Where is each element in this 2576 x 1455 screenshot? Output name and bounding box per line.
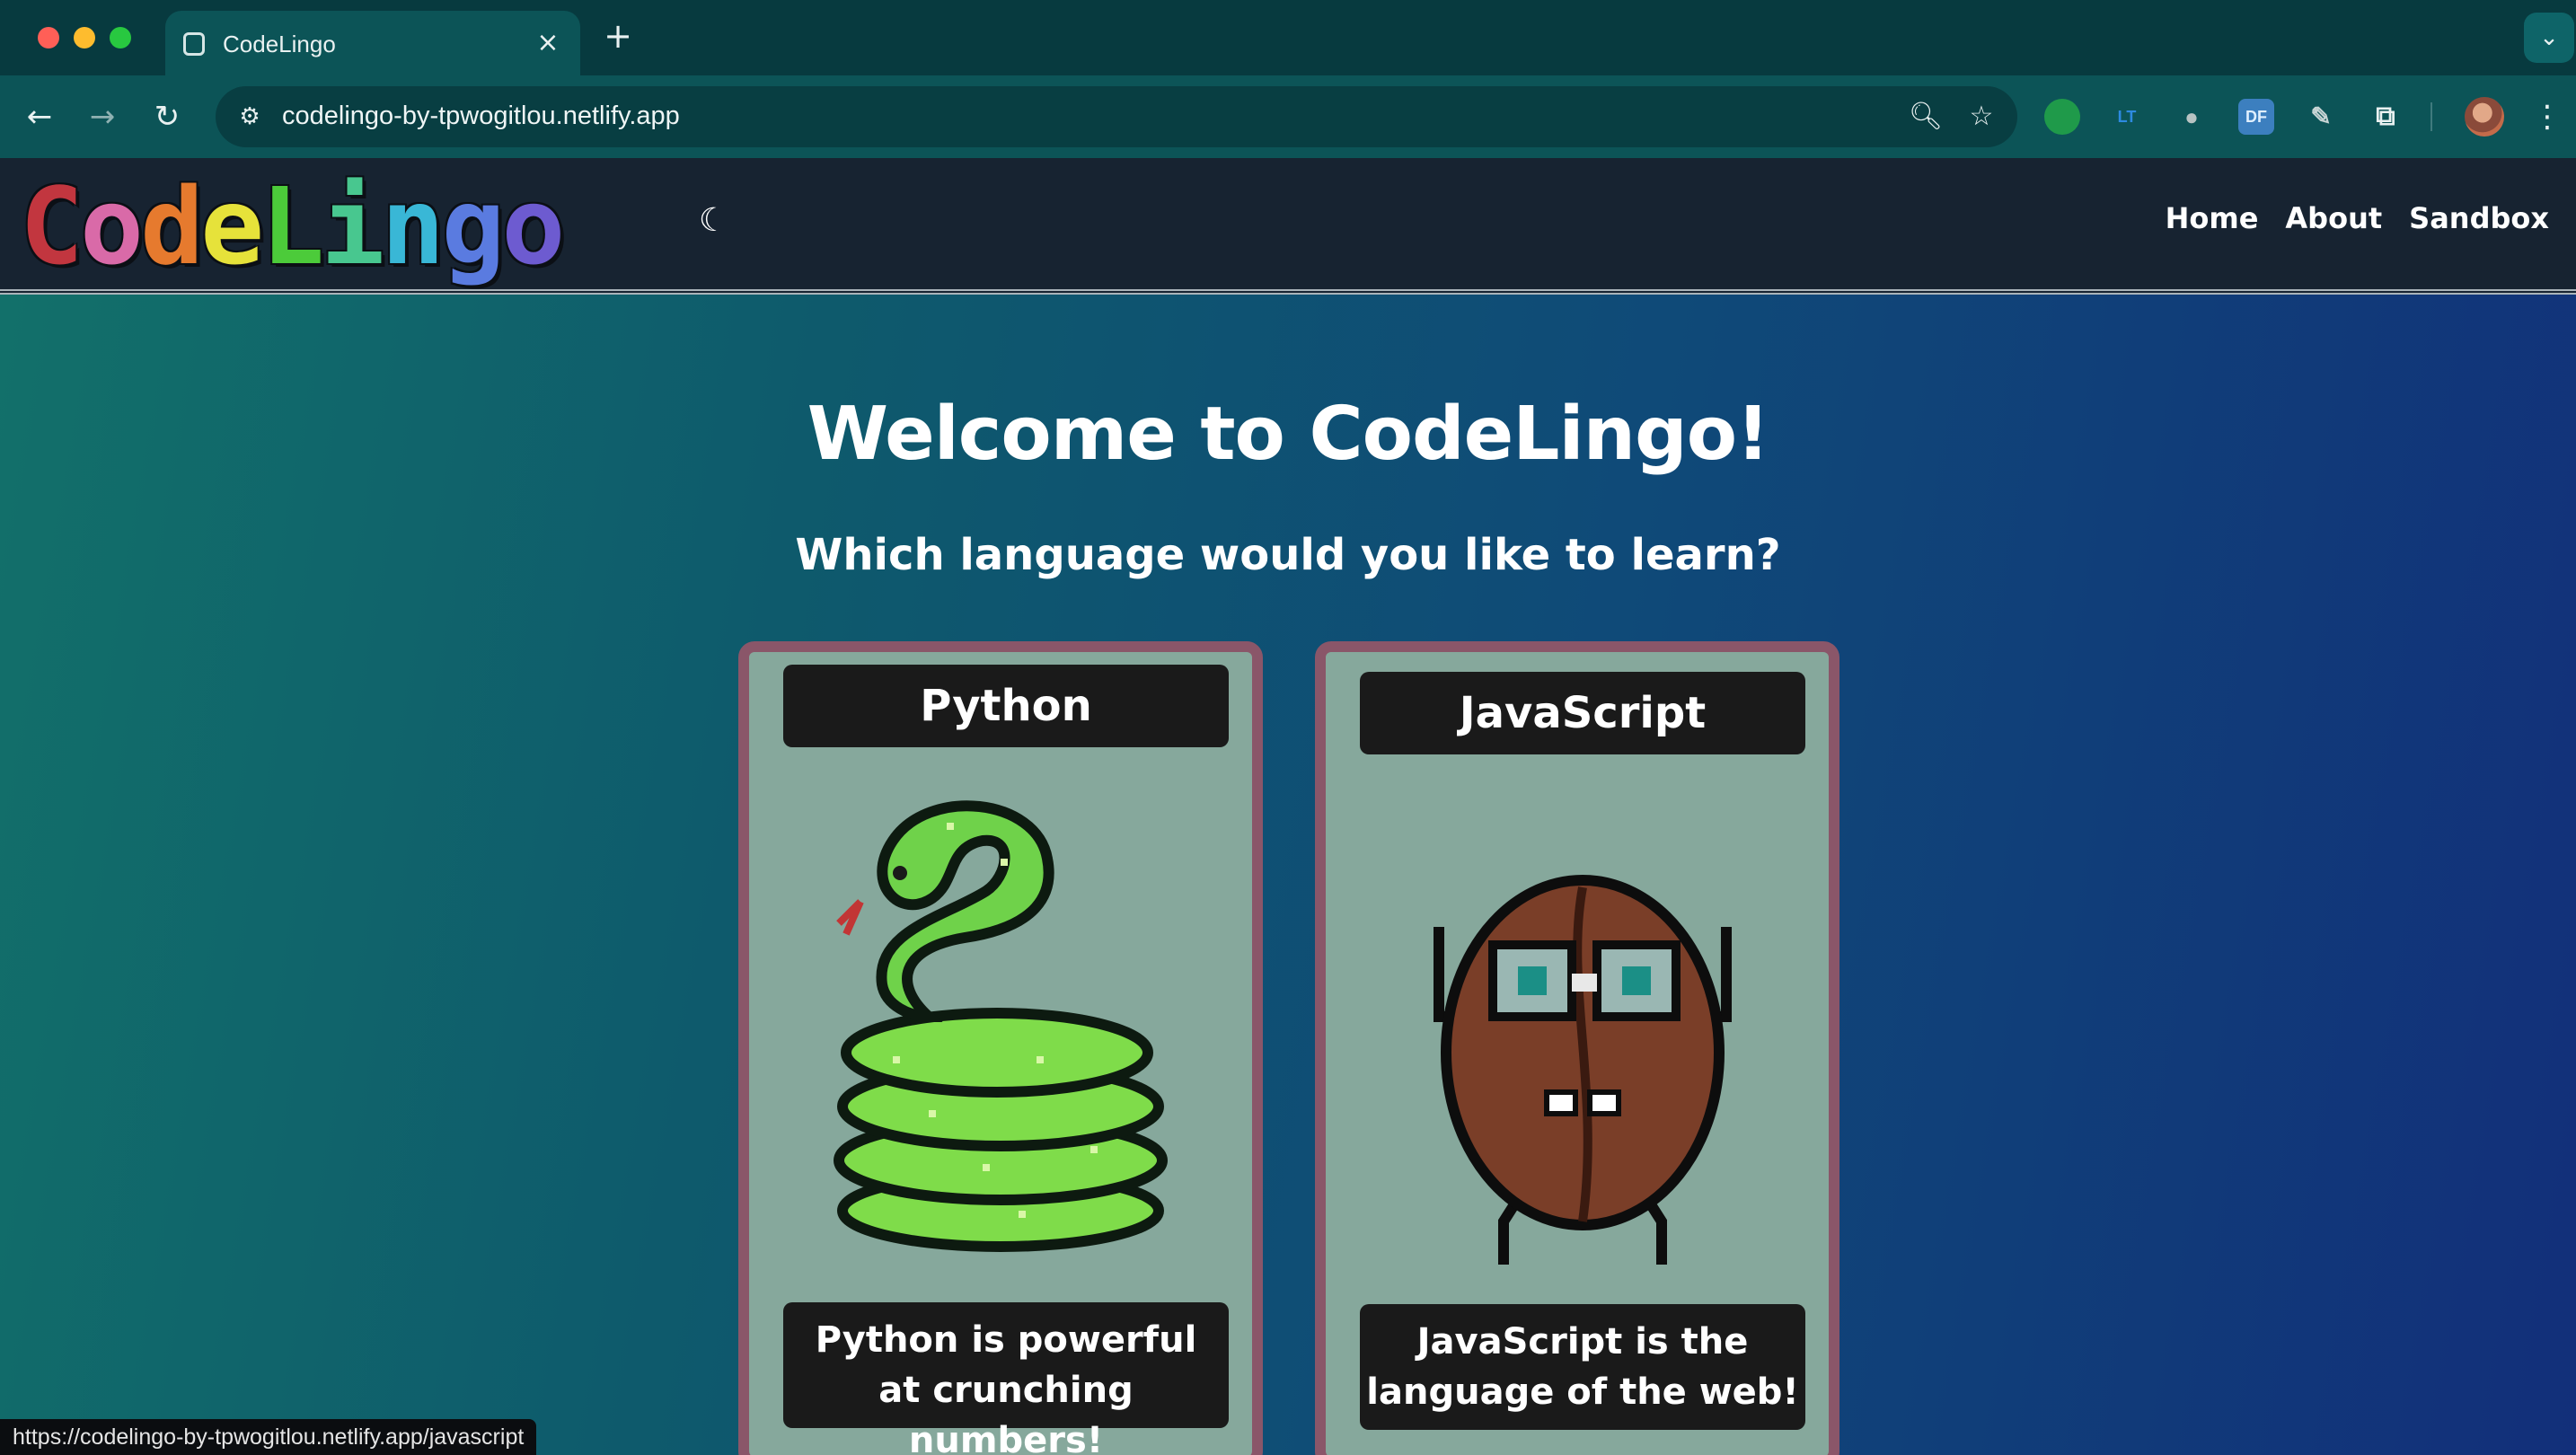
zoom-icon[interactable]: 🔍︎	[1906, 97, 1945, 137]
python-desc-line1: Python is powerful	[815, 1319, 1197, 1361]
back-arrow-icon[interactable]: ←	[18, 95, 61, 138]
javascript-card[interactable]: JavaScript JavaScript is the language of…	[1315, 641, 1839, 1455]
extensions-puzzle-icon[interactable]: ⧉	[2368, 99, 2404, 135]
page-subtitle: Which language would you like to learn?	[795, 530, 1781, 580]
python-desc-line2: at crunching numbers!	[878, 1370, 1134, 1455]
python-card-title: Python	[783, 665, 1229, 747]
tab-search-chevron-icon[interactable]: ⌄	[2524, 13, 2574, 63]
bookmark-star-icon[interactable]: ☆	[1962, 97, 2001, 137]
close-window-button[interactable]	[38, 27, 59, 48]
extension-df-icon[interactable]: DF	[2238, 99, 2274, 135]
coffee-bean-character-icon	[1434, 875, 1732, 1265]
nav-home-link[interactable]: Home	[2166, 201, 2259, 235]
address-bar[interactable]: ⚙ codelingo-by-tpwogitlou.netlify.app 🔍︎…	[216, 86, 2017, 147]
site-header: CodeLingo ☾ Home About Sandbox	[0, 158, 2576, 291]
status-bar-url: https://codelingo-by-tpwogitlou.netlify.…	[0, 1419, 537, 1455]
tab-close-icon[interactable]: ×	[530, 25, 566, 61]
forward-arrow-icon[interactable]: →	[81, 95, 124, 138]
profile-avatar[interactable]	[2465, 97, 2504, 137]
logo-letter: C	[20, 164, 84, 288]
javascript-desc-line2: language of the web!	[1366, 1371, 1799, 1413]
logo-letter: e	[200, 164, 264, 288]
logo-letter: n	[381, 164, 445, 288]
more-menu-icon[interactable]: ⋮	[2529, 95, 2565, 138]
javascript-card-description: JavaScript is the language of the web!	[1360, 1304, 1805, 1430]
reload-icon[interactable]: ↻	[146, 95, 189, 138]
tab-strip: CodeLingo × + ⌄	[0, 0, 2576, 75]
favicon-icon	[183, 32, 205, 56]
toolbar-divider	[2430, 102, 2432, 131]
extension-lt-icon[interactable]: LT	[2109, 99, 2145, 135]
url-text[interactable]: codelingo-by-tpwogitlou.netlify.app	[282, 101, 680, 131]
maximize-window-button[interactable]	[110, 27, 131, 48]
nav-about-link[interactable]: About	[2285, 201, 2382, 235]
logo-letter: i	[321, 164, 384, 288]
new-tab-button[interactable]: +	[600, 18, 636, 54]
logo-letter: L	[260, 164, 324, 288]
browser-toolbar: ← → ↻ ⚙ codelingo-by-tpwogitlou.netlify.…	[0, 75, 2576, 158]
extension-green-icon[interactable]	[2044, 99, 2080, 135]
site-info-icon[interactable]: ⚙	[232, 99, 268, 135]
python-card[interactable]: Python Python is powerful at crunching n…	[738, 641, 1263, 1455]
nav-sandbox-link[interactable]: Sandbox	[2409, 201, 2549, 235]
dark-mode-moon-icon[interactable]: ☾	[692, 199, 735, 242]
browser-window: CodeLingo × + ⌄ ← → ↻ ⚙ codelingo-by-tpw…	[0, 0, 2576, 1455]
tab-codelingo[interactable]: CodeLingo ×	[165, 11, 580, 75]
logo-letter: g	[441, 164, 505, 288]
minimize-window-button[interactable]	[74, 27, 95, 48]
python-snake-icon	[834, 800, 1168, 1252]
site-nav: Home About Sandbox	[2166, 201, 2549, 235]
javascript-card-title: JavaScript	[1360, 672, 1805, 754]
logo-letter: o	[501, 164, 565, 288]
python-card-description: Python is powerful at crunching numbers!	[783, 1302, 1229, 1455]
logo-letter: o	[80, 164, 144, 288]
logo-letter: d	[140, 164, 204, 288]
extension-pen-icon[interactable]: ✎	[2303, 99, 2339, 135]
main-content: Welcome to CodeLingo! Which language wou…	[0, 295, 2576, 1455]
codelingo-logo[interactable]: CodeLingo	[20, 164, 565, 288]
page-title: Welcome to CodeLingo!	[807, 392, 1770, 477]
javascript-desc-line1: JavaScript is the	[1416, 1321, 1749, 1362]
extension-mic-icon[interactable]: ●	[2174, 99, 2210, 135]
tab-title: CodeLingo	[223, 31, 336, 57]
